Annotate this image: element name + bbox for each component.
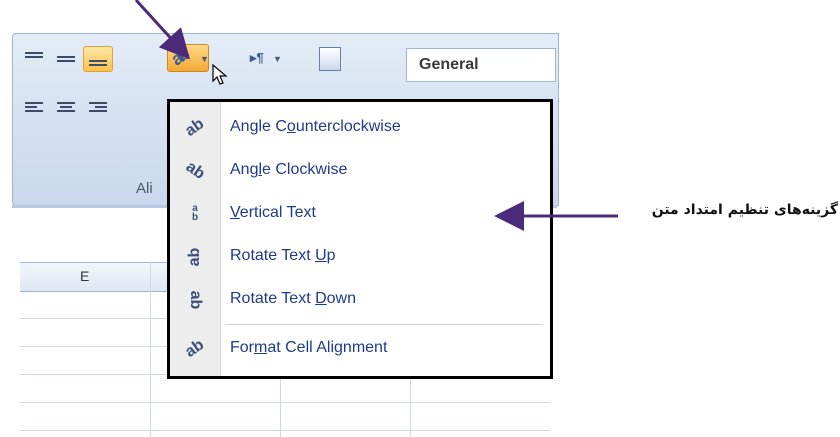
annotation-caption: گزینه‌های تنظیم امتداد متن <box>651 202 838 218</box>
pointer-arrow <box>134 0 191 60</box>
annotation-arrows <box>134 0 618 231</box>
